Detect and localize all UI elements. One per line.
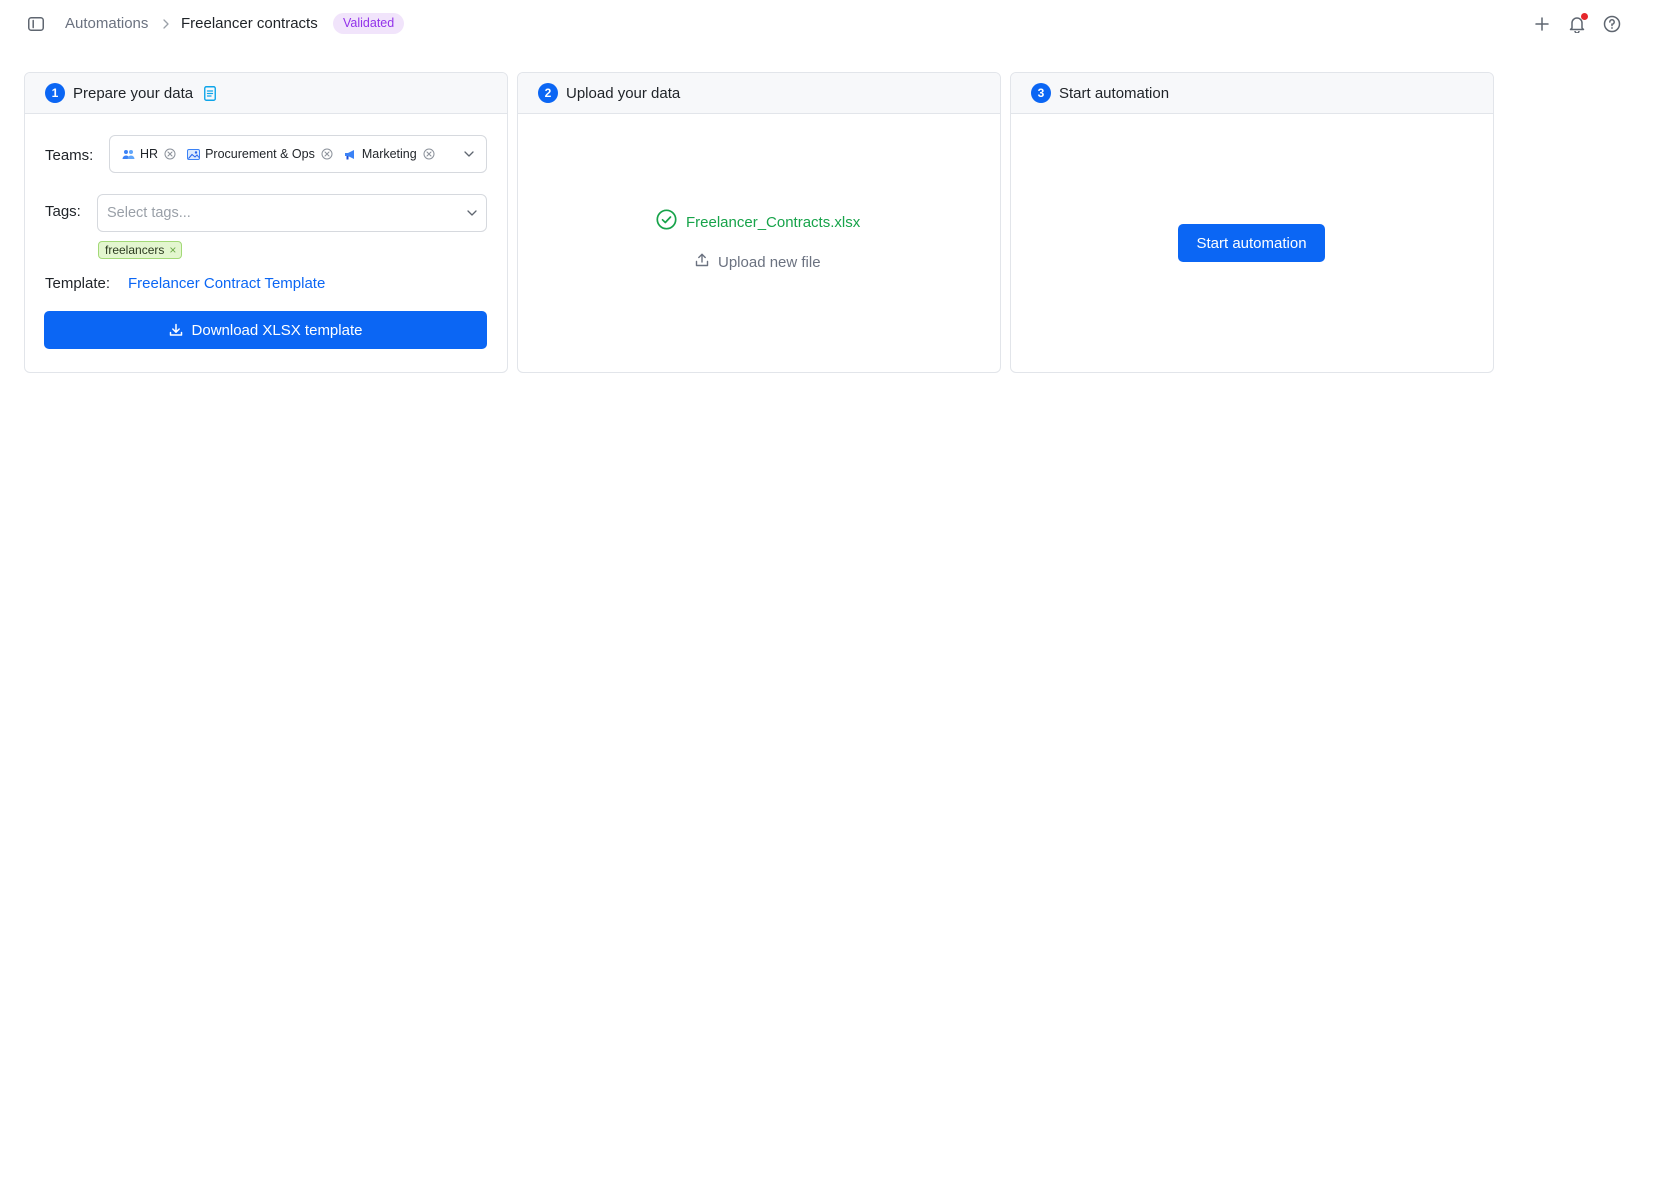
tags-label: Tags: (45, 203, 81, 220)
team-chip-hr: HR (122, 147, 176, 161)
document-icon[interactable] (203, 85, 217, 101)
teams-label: Teams: (45, 147, 94, 164)
upload-data-card: 2 Upload your data Freelancer_Contracts.… (517, 72, 1001, 373)
template-link[interactable]: Freelancer Contract Template (128, 275, 325, 292)
chevron-down-icon[interactable] (465, 206, 479, 220)
upload-link-label: Upload new file (718, 254, 821, 271)
help-icon[interactable] (1601, 13, 1623, 35)
upload-icon (695, 253, 709, 272)
sidebar-toggle-icon[interactable] (26, 14, 46, 34)
chevron-down-icon[interactable] (462, 147, 476, 161)
team-chip-marketing: Marketing (344, 147, 435, 161)
prepare-data-card: 1 Prepare your data Teams: HR Procuremen… (24, 72, 508, 373)
file-name: Freelancer_Contracts.xlsx (686, 213, 861, 231)
notification-dot (1581, 13, 1588, 20)
tag-chip-label: freelancers (105, 243, 165, 257)
breadcrumb-current: Freelancer contracts (181, 15, 318, 32)
card-title: Prepare your data (73, 84, 194, 102)
remove-circle-icon[interactable] (164, 148, 176, 160)
card-title: Upload your data (566, 84, 681, 102)
step-number: 1 (45, 83, 65, 103)
team-chip-label: Procurement & Ops (205, 147, 315, 161)
chevron-right-icon (160, 15, 172, 33)
template-label: Template: (45, 275, 111, 292)
top-bar: Automations Freelancer contracts Validat… (0, 0, 1664, 48)
picture-icon (187, 148, 201, 161)
download-icon (169, 323, 183, 337)
download-template-button[interactable]: Download XLSX template (44, 311, 487, 349)
remove-circle-icon[interactable] (423, 148, 435, 160)
people-icon (122, 148, 135, 161)
plus-icon[interactable] (1531, 13, 1553, 35)
card-header: 2 Upload your data (518, 73, 1000, 114)
card-header: 3 Start automation (1011, 73, 1493, 114)
team-chip-label: Marketing (361, 147, 417, 161)
tags-input[interactable] (97, 194, 487, 232)
status-badge: Validated (333, 13, 405, 34)
team-chip-procurement: Procurement & Ops (187, 147, 333, 161)
card-header: 1 Prepare your data (25, 73, 507, 114)
breadcrumb-automations[interactable]: Automations (65, 15, 148, 32)
card-title: Start automation (1059, 84, 1170, 102)
team-chip-label: HR (140, 147, 159, 161)
tag-chip-freelancers: freelancers × (98, 241, 183, 259)
download-button-label: Download XLSX template (191, 321, 363, 339)
upload-new-file-link[interactable]: Upload new file (695, 253, 821, 272)
megaphone-icon (344, 148, 357, 161)
teams-select[interactable]: HR Procurement & Ops Marketing (109, 135, 487, 173)
check-circle-icon (656, 209, 677, 235)
step-number: 2 (538, 83, 558, 103)
start-automation-card: 3 Start automation Start automation (1010, 72, 1494, 373)
uploaded-file: Freelancer_Contracts.xlsx (656, 209, 860, 235)
step-number: 3 (1031, 83, 1051, 103)
bell-icon[interactable] (1566, 13, 1588, 35)
remove-tag-icon[interactable]: × (169, 243, 176, 257)
start-automation-button[interactable]: Start automation (1178, 224, 1325, 262)
remove-circle-icon[interactable] (321, 148, 333, 160)
